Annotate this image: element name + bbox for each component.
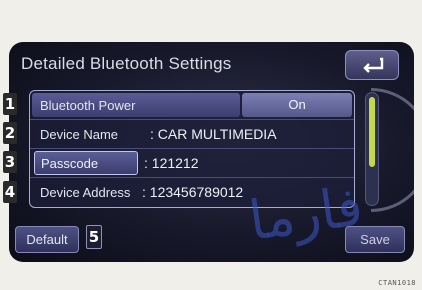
scroll-thumb[interactable] [369, 97, 375, 167]
default-button[interactable]: Default [15, 226, 79, 253]
passcode-row: Passcode : 121212 [30, 149, 354, 178]
bluetooth-power-row[interactable]: Bluetooth Power On [30, 91, 354, 120]
device-address-label: Device Address [40, 185, 131, 200]
device-name-value: : CAR MULTIMEDIA [150, 126, 277, 142]
image-code: CTAN1018 [378, 279, 416, 287]
callout-1: 1 [3, 93, 17, 115]
passcode-button[interactable]: Passcode [34, 151, 138, 175]
passcode-value: : 121212 [144, 155, 199, 171]
passcode-label: Passcode [41, 156, 99, 171]
default-button-label: Default [26, 232, 68, 247]
return-arrow-icon [363, 57, 384, 73]
callout-2: 2 [3, 122, 17, 144]
device-name-row: Device Name : CAR MULTIMEDIA [30, 120, 354, 149]
scrollbar[interactable] [365, 92, 379, 206]
bluetooth-power-value: On [288, 97, 306, 112]
bluetooth-settings-screen: Detailed Bluetooth Settings Bluetooth Po… [9, 42, 414, 262]
back-button[interactable] [345, 50, 399, 80]
bluetooth-power-toggle[interactable]: On [242, 93, 352, 117]
page-title: Detailed Bluetooth Settings [21, 54, 232, 73]
callout-3: 3 [3, 151, 17, 173]
bluetooth-power-label: Bluetooth Power [40, 98, 136, 113]
callout-4: 4 [3, 181, 17, 203]
device-name-label: Device Name [40, 127, 119, 142]
callout-5: 5 [86, 225, 102, 249]
device-address-value: : 123456789012 [142, 184, 244, 200]
